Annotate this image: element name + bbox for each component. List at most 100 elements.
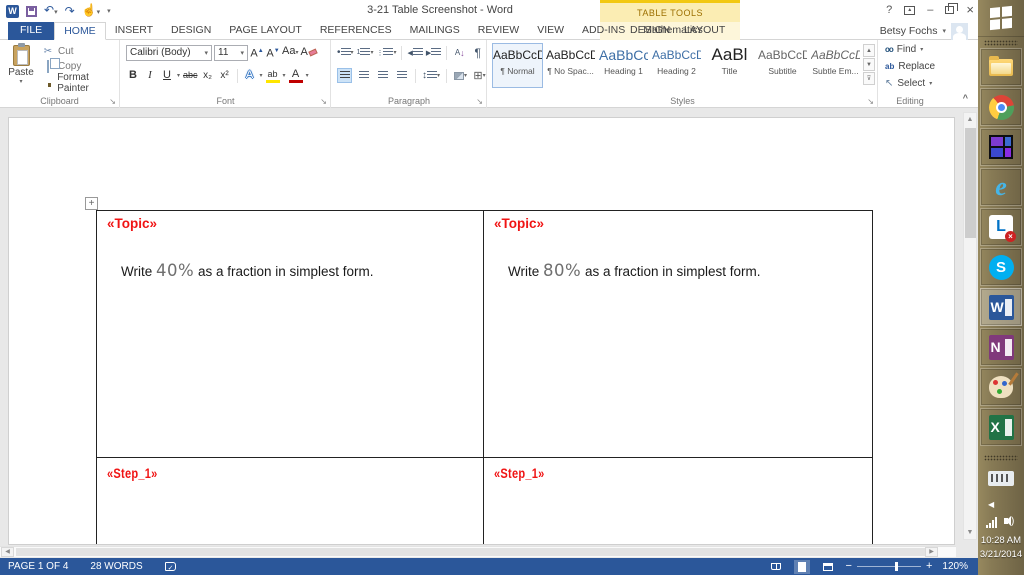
table-cell-topic-1[interactable]: «Topic» Write 40% as a fraction in simpl… <box>97 211 484 457</box>
align-center-button[interactable] <box>356 68 371 83</box>
zoom-thumb[interactable] <box>894 562 898 571</box>
zoom-slider[interactable]: − + <box>846 559 933 574</box>
web-layout-icon[interactable] <box>820 560 836 574</box>
clipboard-dialog-launcher-icon[interactable]: ↘ <box>109 97 116 106</box>
style-heading2[interactable]: AaBbCcD Heading 2 <box>651 43 702 88</box>
underline-caret-icon[interactable]: ▾ <box>177 72 180 79</box>
tab-view[interactable]: VIEW <box>528 22 573 40</box>
vertical-scrollbar[interactable]: ▲ ▼ <box>963 112 977 540</box>
tab-addins[interactable]: ADD-INS <box>573 22 634 40</box>
tab-table-layout[interactable]: LAYOUT <box>684 22 725 39</box>
taskbar-tile-app[interactable] <box>980 128 1022 166</box>
zoom-in-icon[interactable]: + <box>926 559 932 574</box>
clear-formatting-button[interactable]: A <box>300 45 318 60</box>
bold-button[interactable]: B <box>126 68 140 83</box>
scroll-down-icon[interactable]: ▼ <box>964 526 976 539</box>
taskbar-excel[interactable]: X <box>980 408 1022 446</box>
table-cell-step-2[interactable]: «Step_1» <box>484 458 872 544</box>
clock-time[interactable]: 10:28 AM <box>978 534 1024 547</box>
taskbar-skype[interactable]: S <box>980 248 1022 286</box>
tab-design[interactable]: DESIGN <box>162 22 220 40</box>
text-effects-caret-icon[interactable]: ▾ <box>260 72 263 79</box>
increase-indent-button[interactable]: ▶ <box>426 45 442 60</box>
grow-font-button[interactable]: A▲ <box>250 44 264 62</box>
table-cell-step-1[interactable]: «Step_1» <box>97 458 484 544</box>
taskbar-internet-explorer[interactable]: e <box>980 168 1022 206</box>
taskbar-chrome[interactable] <box>980 88 1022 126</box>
pilcrow-button[interactable]: ¶ <box>470 45 485 60</box>
numbering-button[interactable]: 1 ▾ <box>357 45 373 60</box>
taskbar-paint[interactable] <box>980 368 1022 406</box>
styles-dialog-launcher-icon[interactable]: ↘ <box>867 97 874 106</box>
taskbar-onenote[interactable]: N <box>980 328 1022 366</box>
italic-button[interactable]: I <box>143 68 157 83</box>
account-area[interactable]: Betsy Fochs ▾ <box>880 22 968 40</box>
minimize-button[interactable]: – <box>927 3 933 17</box>
page-indicator[interactable]: PAGE 1 OF 4 <box>8 558 68 575</box>
horizontal-scrollbar[interactable]: ◀ ▶ <box>0 546 956 557</box>
table-move-handle[interactable]: + <box>85 197 98 210</box>
taskbar-word[interactable]: W <box>980 288 1022 326</box>
scroll-right-icon[interactable]: ▶ <box>925 547 938 557</box>
taskbar-file-explorer[interactable] <box>980 48 1022 86</box>
style-subtitle[interactable]: AaBbCcD Subtitle <box>757 43 808 88</box>
justify-button[interactable] <box>394 68 409 83</box>
zoom-percent[interactable]: 120% <box>942 561 968 572</box>
print-layout-icon[interactable] <box>793 559 810 574</box>
word-count[interactable]: 28 WORDS <box>90 558 142 575</box>
collapse-ribbon-icon[interactable]: ^ <box>963 93 968 103</box>
shading-button[interactable]: ▾ <box>453 68 468 83</box>
read-mode-icon[interactable] <box>768 560 784 574</box>
style-subtle-emphasis[interactable]: AaBbCcDc Subtle Em... <box>810 43 861 88</box>
avatar[interactable] <box>951 22 968 40</box>
format-painter-button[interactable]: Format Painter <box>42 72 119 94</box>
align-left-button[interactable] <box>337 68 352 83</box>
table-cell-topic-2[interactable]: «Topic» Write 80% as a fraction in simpl… <box>484 211 872 457</box>
text-effects-button[interactable]: A <box>243 68 257 83</box>
zoom-out-icon[interactable]: − <box>846 559 852 574</box>
font-color-button[interactable]: A <box>288 68 303 83</box>
vertical-scroll-thumb[interactable] <box>965 128 976 238</box>
sort-button[interactable]: A ↓ <box>452 45 467 60</box>
tab-table-design[interactable]: DESIGN <box>630 22 670 39</box>
zoom-track[interactable] <box>856 562 921 571</box>
style-heading1[interactable]: AaBbCc Heading 1 <box>598 43 649 88</box>
style-normal[interactable]: AaBbCcDc ¶ Normal <box>492 43 543 88</box>
hidden-icons-arrow-icon[interactable]: ◀ <box>988 500 994 509</box>
paste-button[interactable]: Paste ▾ <box>4 43 38 103</box>
tab-mailings[interactable]: MAILINGS <box>401 22 469 40</box>
multilevel-list-button[interactable]: ⋮ ▾ <box>376 45 396 60</box>
restore-button[interactable] <box>945 3 959 14</box>
font-name-combo[interactable]: Calibri (Body) ▾ <box>126 44 212 61</box>
borders-button[interactable]: ⊞ ▾ <box>472 68 487 83</box>
document-page[interactable]: + «Topic» Write 40% as a fraction in sim… <box>8 117 955 545</box>
font-size-combo[interactable]: 11 ▾ <box>214 44 248 61</box>
underline-button[interactable]: U <box>160 68 174 83</box>
highlight-caret-icon[interactable]: ▾ <box>283 72 286 79</box>
proofing-icon[interactable] <box>164 560 176 575</box>
cut-button[interactable]: ✂ Cut <box>42 45 74 58</box>
ribbon-display-options-icon[interactable]: ▴ <box>904 5 916 15</box>
styles-scroll-up-icon[interactable]: ▲ <box>863 44 875 57</box>
font-dialog-launcher-icon[interactable]: ↘ <box>320 97 327 106</box>
taskbar-touch-keyboard[interactable] <box>980 465 1022 491</box>
align-right-button[interactable] <box>375 68 390 83</box>
tab-page-layout[interactable]: PAGE LAYOUT <box>220 22 311 40</box>
select-button[interactable]: ↖ Select ▾ <box>885 78 932 89</box>
network-icon[interactable] <box>986 517 997 528</box>
strikethrough-button[interactable]: abc <box>183 68 198 83</box>
tab-insert[interactable]: INSERT <box>106 22 162 40</box>
start-button[interactable] <box>978 0 1024 37</box>
tab-home[interactable]: HOME <box>54 22 106 40</box>
shrink-font-button[interactable]: A▼ <box>266 44 280 62</box>
decrease-indent-button[interactable]: ◀ <box>407 45 423 60</box>
style-title[interactable]: AaBl Title <box>704 43 755 88</box>
find-button[interactable]: oo Find ▾ <box>885 44 923 55</box>
help-button[interactable]: ? <box>886 3 892 17</box>
volume-icon[interactable]: ) <box>1004 516 1014 527</box>
highlight-button[interactable]: ab <box>265 69 280 83</box>
styles-more-icon[interactable]: ⊽ <box>863 72 875 85</box>
paragraph-dialog-launcher-icon[interactable]: ↘ <box>476 97 483 106</box>
styles-scroll-down-icon[interactable]: ▼ <box>863 58 875 71</box>
tab-review[interactable]: REVIEW <box>469 22 528 40</box>
